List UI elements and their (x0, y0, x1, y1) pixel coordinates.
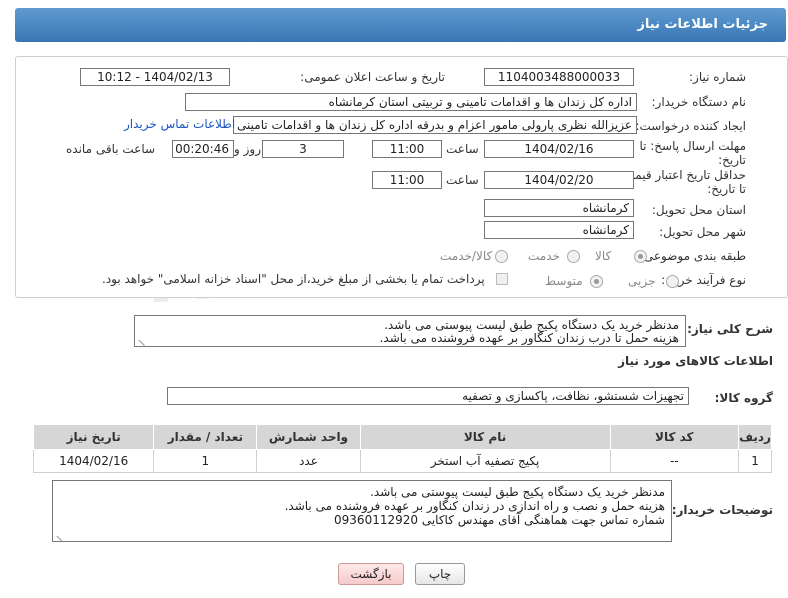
goods-group-field: تجهیزات شستشو، نظافت، پاکسازی و تصفیه (167, 387, 689, 405)
goods-group-label: گروه کالا: (714, 391, 773, 405)
min-price-label: حداقل تاریخ اعتبار قیمت: (619, 168, 746, 182)
creator-field: عزیزالله نظری پارولی مامور اعزام و بدرقه… (233, 116, 637, 134)
days-label: روز و (234, 142, 261, 156)
min-price-label-line2: تا تاریخ: (707, 182, 746, 196)
need-number-label: شماره نیاز: (689, 70, 746, 84)
need-number-field: 1104003488000033 (484, 68, 634, 86)
col-unit: واحد شمارش (256, 424, 361, 450)
process-radio-minor[interactable] (666, 275, 679, 288)
cell-date: 1404/02/16 (32, 449, 155, 473)
col-name: نام کالا (359, 424, 611, 450)
announce-date-label: تاریخ و ساعت اعلان عمومی: (300, 70, 445, 84)
col-index: ردیف (738, 424, 772, 450)
col-code: کد کالا (609, 424, 740, 450)
description-textarea[interactable]: مدنظر خرید یک دستگاه پکیج طبق لیست پیوست… (134, 315, 686, 347)
buyer-notes-textarea[interactable]: مدنظر خرید یک دستگاه پکیج طبق لیست پیوست… (52, 480, 672, 542)
deadline-label: مهلت ارسال پاسخ: تا (639, 139, 746, 153)
announce-date-field: 1404/02/13 - 10:12 (80, 68, 230, 86)
buyer-org-field: اداره کل زندان ها و اقدامات تامینی و ترب… (185, 93, 637, 111)
creator-label: ایجاد کننده درخواست: (635, 119, 746, 133)
buyer-org-label: نام دستگاه خریدار: (651, 95, 747, 109)
treasury-payment-note: پرداخت تمام یا بخشی از مبلغ خرید،از محل … (102, 272, 485, 286)
category-radio-service[interactable] (567, 250, 580, 263)
process-option-medium: متوسط (545, 274, 583, 288)
cell-name: پکیج تصفیه آب استخر (359, 449, 611, 473)
category-option-service: خدمت (528, 249, 560, 263)
category-radio-goods-service[interactable] (495, 250, 508, 263)
remaining-time-label: ساعت باقی مانده (66, 142, 156, 156)
category-option-goods: کالا (595, 249, 612, 263)
province-field: کرمانشاه (484, 199, 634, 217)
remaining-time-field: 00:20:46 (172, 140, 234, 158)
treasury-payment-checkbox[interactable] (496, 273, 508, 285)
goods-section-title: اطلاعات کالاهای مورد نیاز (618, 354, 773, 368)
table-row: 1 -- پکیج تصفیه آب استخر عدد 1 1404/02/1… (32, 449, 772, 473)
buyer-notes-label: توضیحات خریدار: (671, 503, 773, 517)
deadline-time-label: ساعت (446, 142, 479, 156)
print-button[interactable]: چاپ (415, 563, 465, 585)
deadline-time-field: 11:00 (372, 140, 442, 158)
back-button[interactable]: بازگشت (338, 563, 404, 585)
process-radio-medium[interactable] (590, 275, 603, 288)
province-label: استان محل تحویل: (651, 203, 746, 217)
page-header: جزئیات اطلاعات نیاز (15, 8, 786, 42)
buyer-contact-link[interactable]: اطلاعات تماس خریدار (124, 117, 235, 131)
cell-unit: عدد (256, 449, 361, 473)
deadline-date-field: 1404/02/16 (484, 140, 634, 158)
col-qty: تعداد / مقدار (153, 424, 258, 450)
cell-qty: 1 (153, 449, 258, 473)
min-price-date-field: 1404/02/20 (484, 171, 634, 189)
goods-table: ردیف کد کالا نام کالا واحد شمارش تعداد /… (32, 424, 772, 473)
process-option-minor: جزیی (628, 274, 656, 288)
goods-table-header: ردیف کد کالا نام کالا واحد شمارش تعداد /… (32, 424, 772, 450)
deadline-label-line2: تاریخ: (718, 153, 746, 167)
city-field: کرمانشاه (484, 221, 634, 239)
cell-index: 1 (738, 449, 772, 473)
category-radio-goods[interactable] (634, 250, 647, 263)
page-title: جزئیات اطلاعات نیاز (637, 17, 768, 32)
category-label: طبقه بندی موضوعی: (639, 249, 746, 263)
days-field: 3 (262, 140, 344, 158)
min-price-time-field: 11:00 (372, 171, 442, 189)
city-label: شهر محل تحویل: (659, 225, 746, 239)
col-date: تاریخ نیاز (32, 424, 155, 450)
cell-code: -- (609, 449, 740, 473)
category-option-goods-service: کالا/خدمت (440, 249, 493, 263)
min-price-time-label: ساعت (446, 173, 479, 187)
description-label: شرح کلی نیاز: (687, 322, 773, 336)
